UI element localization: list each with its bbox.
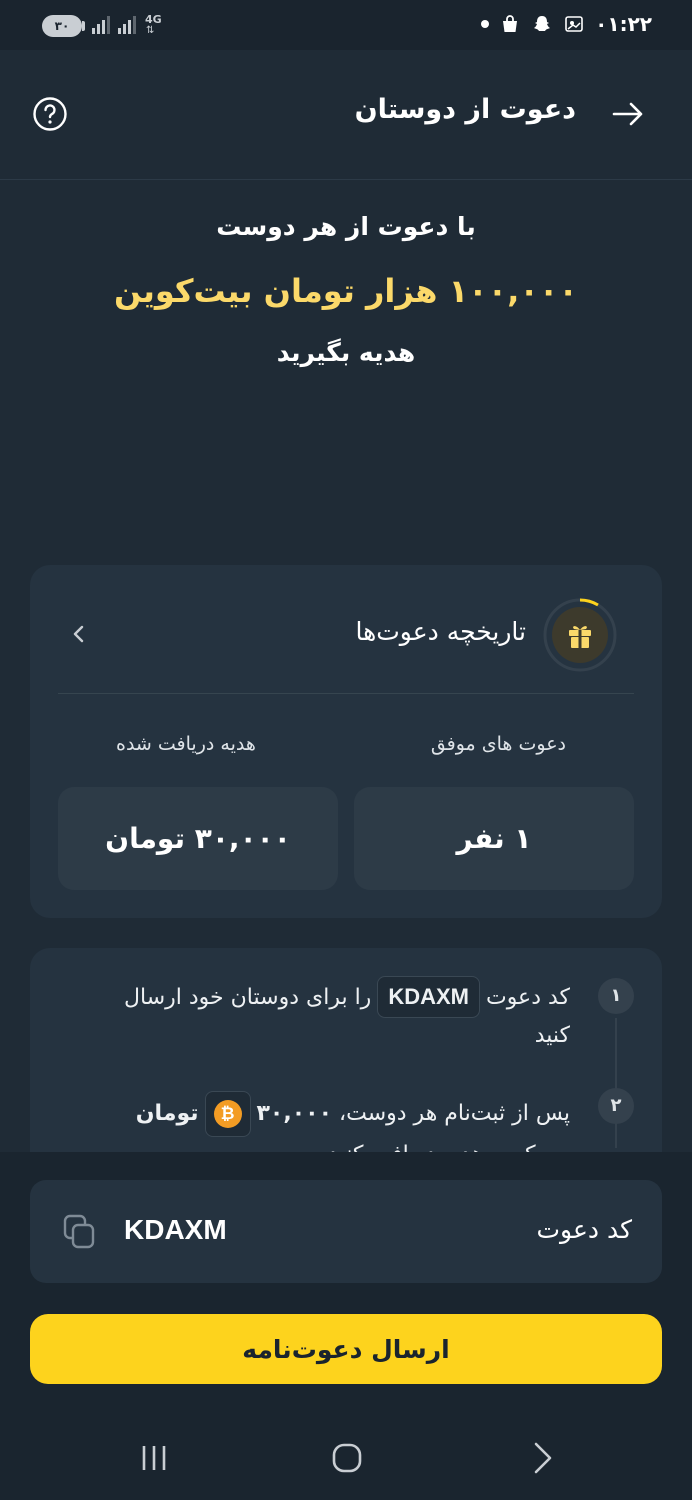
back-chevron-icon[interactable] (524, 1440, 560, 1476)
hero-line-3: هدیه بگیرید (276, 338, 416, 367)
send-invitation-button[interactable]: ارسال دعوت‌نامه (30, 1314, 662, 1384)
step-text: کد دعوتKDAXMرا برای دوستان خود ارسال کنی… (90, 976, 570, 1054)
hero-line-1: با دعوت از هر دوست (216, 212, 476, 241)
invite-code-box[interactable]: کد دعوت KDAXM (30, 1180, 662, 1283)
received-gift-value: ۳۰,۰۰۰ تومان (58, 787, 338, 890)
step-number: ۱ (598, 978, 634, 1014)
received-gift-label: هدیه دریافت شده (116, 733, 256, 755)
question-circle-icon[interactable] (32, 96, 68, 132)
notification-dot-icon (481, 20, 490, 28)
hero-reward-amount: ۱۰۰,۰۰۰ هزار تومان بیت‌کوین (114, 272, 578, 310)
battery-indicator: ۳۰ (42, 15, 82, 37)
step-connector (615, 1018, 617, 1148)
network-type: 4G (145, 13, 162, 26)
status-right: ۰۱:۲۲ (481, 12, 652, 36)
successful-invites-value: ۱ نفر (354, 787, 634, 890)
page-header: دعوت از دوستان (0, 50, 692, 180)
reward-amount: ۳۰,۰۰۰ (256, 1101, 333, 1126)
step-number: ۲ (598, 1088, 634, 1124)
history-title: تاریخچه دعوت‌ها (355, 617, 526, 646)
battery-tip (82, 21, 85, 31)
reward-unit: تومان (135, 1101, 199, 1126)
bitcoin-icon: ₿ (213, 1100, 242, 1128)
signal-icon-2 (118, 16, 136, 34)
divider (58, 693, 634, 694)
chevron-left-icon[interactable] (68, 623, 90, 645)
system-nav-bar (0, 1410, 692, 1500)
clock: ۰۱:۲۲ (595, 12, 652, 36)
page-title: دعوت از دوستان (354, 94, 576, 125)
successful-invites-label: دعوت های موفق (430, 733, 566, 755)
home-icon[interactable] (329, 1440, 365, 1476)
shopping-bag-icon (499, 13, 521, 35)
invite-history-card[interactable]: تاریخچه دعوت‌ها دعوت های موفق هدیه دریاف… (30, 565, 662, 918)
copy-icon[interactable] (60, 1212, 100, 1252)
invite-code-chip[interactable]: KDAXM (377, 976, 480, 1018)
arrow-right-icon[interactable] (610, 96, 646, 132)
gift-icon (543, 598, 617, 672)
data-arrows-icon: ⇅ (146, 25, 155, 36)
invite-code-value: KDAXM (124, 1214, 227, 1245)
step-text-before: پس از ثبت‌نام هر دوست، (339, 1101, 570, 1126)
step-text-before: کد دعوت (485, 985, 570, 1010)
screenshot-icon (563, 13, 585, 35)
signal-icon (92, 16, 110, 34)
status-bar: ۳۰ 4G ⇅ ۰۱:۲۲ (0, 0, 692, 50)
recents-icon[interactable] (136, 1440, 172, 1476)
invite-code-label: کد دعوت (536, 1215, 632, 1244)
bitcoin-chip: ₿ (204, 1091, 251, 1137)
snapchat-icon (531, 13, 553, 35)
